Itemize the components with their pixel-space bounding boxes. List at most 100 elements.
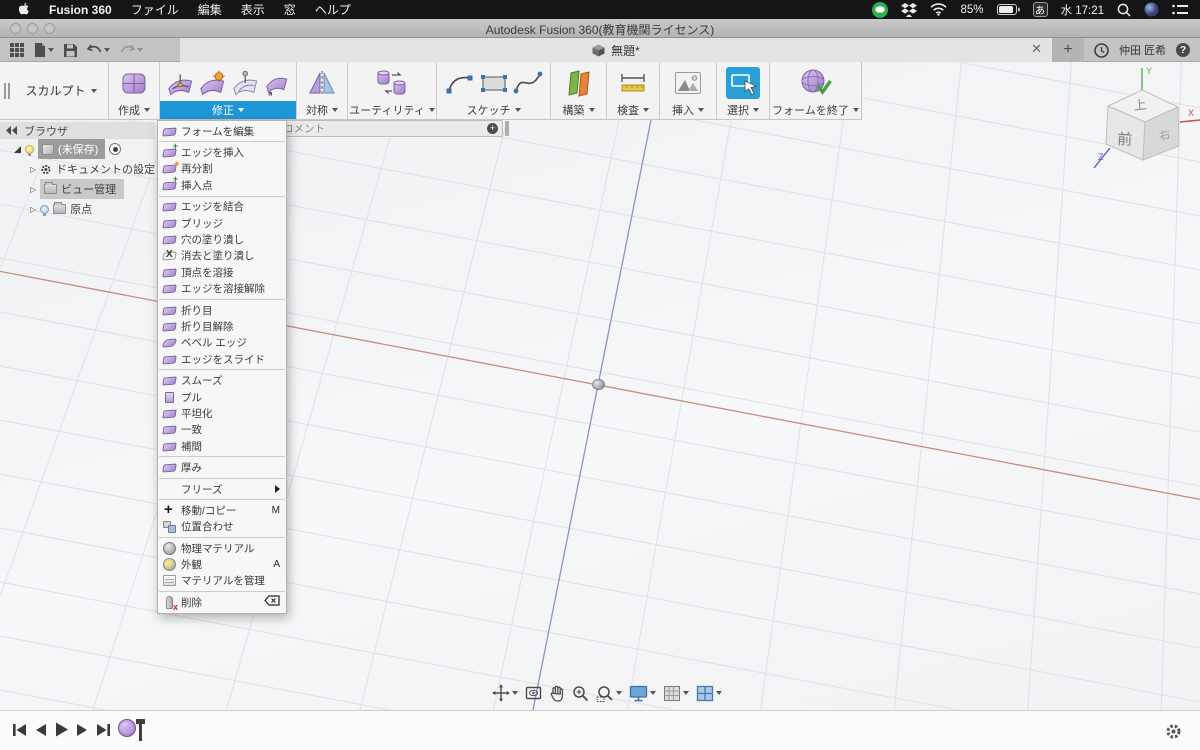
sketch-arc-icon[interactable] [445,69,475,97]
siri-icon[interactable] [1144,2,1159,17]
collapsed-triangle-icon[interactable]: ▷ [30,165,36,174]
menu-item-unweld-edges[interactable]: エッジを溶接解除 [158,281,286,297]
menu-item-uncrease[interactable]: 折り目解除 [158,318,286,334]
pan-button[interactable] [549,685,565,702]
menu-item-interpolate[interactable]: 補間 [158,438,286,454]
menu-item-none[interactable]: フリーズ [158,481,286,497]
menubar-clock[interactable]: 水 17:21 [1061,2,1104,18]
toolbar-modify-button[interactable]: 修正 [160,101,296,119]
wifi-icon[interactable] [930,3,948,16]
browser-row-named-views[interactable]: ▷ ビュー管理 [0,179,155,199]
measure-icon[interactable] [618,69,648,97]
timeline-position-marker[interactable] [136,719,145,741]
line-app-icon[interactable] [872,1,889,18]
menubar-item-edit[interactable]: 編集 [198,1,222,18]
timeline-feature[interactable] [118,719,145,741]
zoom-button[interactable] [572,685,589,702]
file-menu-button[interactable] [34,43,54,57]
collapse-panel-icon[interactable] [6,126,18,135]
new-tab-button[interactable]: + [1052,38,1084,62]
menu-item-align[interactable]: 位置合わせ [158,519,286,535]
menu-list-icon[interactable] [1172,4,1188,16]
toolbar-utilities-button[interactable]: ユーティリティ [348,101,436,119]
create-form-icon[interactable] [120,69,148,97]
grid-snap-button[interactable] [663,685,689,702]
toolbar-inspect-button[interactable]: 検査 [607,101,659,119]
menu-item-smooth[interactable]: スムーズ [158,372,286,388]
menu-item-flatten[interactable]: 平坦化 [158,405,286,421]
menu-item-insert-point[interactable]: 挿入点 [158,174,286,193]
dropbox-icon[interactable] [901,2,918,17]
save-icon[interactable] [64,43,77,57]
menu-item-pull[interactable]: プル [158,389,286,405]
menubar-item-help[interactable]: ヘルプ [315,1,351,18]
apple-logo-icon[interactable] [17,2,30,17]
view-cube[interactable]: Y X Z 上 前 右 [1088,60,1200,180]
toolbar-construct-button[interactable]: 構築 [551,101,606,119]
timeline-settings-gear-icon[interactable] [1165,723,1182,740]
ime-input-icon[interactable]: あ [1032,2,1048,17]
browser-row-origin[interactable]: ▷ 原点 [0,199,155,219]
app-grid-icon[interactable] [10,43,24,57]
menu-item-bevel-edge[interactable]: ベベル エッジ [158,335,286,351]
display-settings-button[interactable] [629,685,656,702]
document-tab[interactable]: 無題* ✕ [180,38,1052,62]
menubar-item-window[interactable]: 窓 [284,1,296,18]
edit-form-icon[interactable] [166,69,194,97]
toolbar-symmetry-button[interactable]: 対称 [297,101,347,119]
browser-row-document-settings[interactable]: ▷ ドキュメントの設定 [0,159,155,179]
tab-close-icon[interactable]: ✕ [1031,42,1042,56]
play-button[interactable] [55,722,68,737]
go-to-end-button[interactable] [96,723,111,737]
menu-item-merge-edge[interactable]: エッジを結合 [158,199,286,215]
add-comment-icon[interactable]: + [487,123,498,134]
finish-form-icon[interactable] [799,68,833,98]
spotlight-search-icon[interactable] [1117,3,1131,17]
insert-edge-icon[interactable] [198,69,226,97]
active-component-radio[interactable] [109,143,122,155]
visibility-bulb-icon[interactable] [25,144,34,156]
browser-root-row[interactable]: (未保存) [0,139,155,159]
browser-header[interactable]: ブラウザ [0,122,155,139]
menu-item-thicken[interactable]: 厚み [158,459,286,475]
symmetry-icon[interactable] [308,69,336,97]
menu-item-fill-hole[interactable]: 穴の塗り潰し [158,231,286,247]
menu-item-physical-material[interactable]: 物理マテリアル [158,540,286,556]
menu-item-crease[interactable]: 折り目 [158,302,286,318]
user-name[interactable]: 仲田 匠希 [1119,42,1166,58]
toolbar-select-button[interactable]: 選択 [717,101,769,119]
redo-button[interactable] [120,44,143,56]
orbit-button[interactable] [492,684,518,702]
step-forward-button[interactable] [76,723,88,737]
select-tool-icon[interactable] [726,66,760,99]
menubar-item-view[interactable]: 表示 [241,1,265,18]
toolbar-grip[interactable] [0,62,14,119]
sketch-rectangle-icon[interactable] [479,69,509,97]
viewports-button[interactable] [696,685,722,702]
menu-item-weld-vertices[interactable]: 頂点を溶接 [158,264,286,280]
menu-item-manage-materials[interactable]: マテリアルを管理 [158,573,286,589]
bevel-edge-icon[interactable] [263,69,290,97]
menubar-item-file[interactable]: ファイル [131,1,179,18]
origin-sphere[interactable] [592,379,605,390]
subdivide-icon[interactable] [231,69,259,97]
menu-item-insert-edge[interactable]: エッジを挿入 [158,141,286,160]
insert-image-icon[interactable] [673,70,703,96]
expand-triangle-icon[interactable] [14,145,21,153]
utilities-icon[interactable] [375,69,409,97]
menu-item-slide-edge[interactable]: エッジをスライド [158,351,286,367]
toolbar-insert-button[interactable]: 挿入 [660,101,716,119]
browser-root-item[interactable]: (未保存) [38,139,106,159]
collapsed-triangle-icon[interactable]: ▷ [30,205,36,214]
job-status-clock-icon[interactable] [1094,42,1109,58]
menubar-app-name[interactable]: Fusion 360 [49,3,112,17]
menu-item-erase-fill[interactable]: 消去と塗り潰し [158,248,286,264]
look-at-button[interactable] [525,685,542,701]
menu-item-match[interactable]: 一致 [158,422,286,438]
visibility-bulb-icon[interactable] [40,204,50,216]
toolbar-create-button[interactable]: 作成 [109,101,159,119]
sketch-spline-icon[interactable] [513,69,543,97]
menu-item-move-copy[interactable]: 移動/コピー M [158,502,286,518]
menu-item-edit-form[interactable]: フォームを編集 [158,123,286,139]
menu-item-delete[interactable]: 削除 [158,594,286,612]
